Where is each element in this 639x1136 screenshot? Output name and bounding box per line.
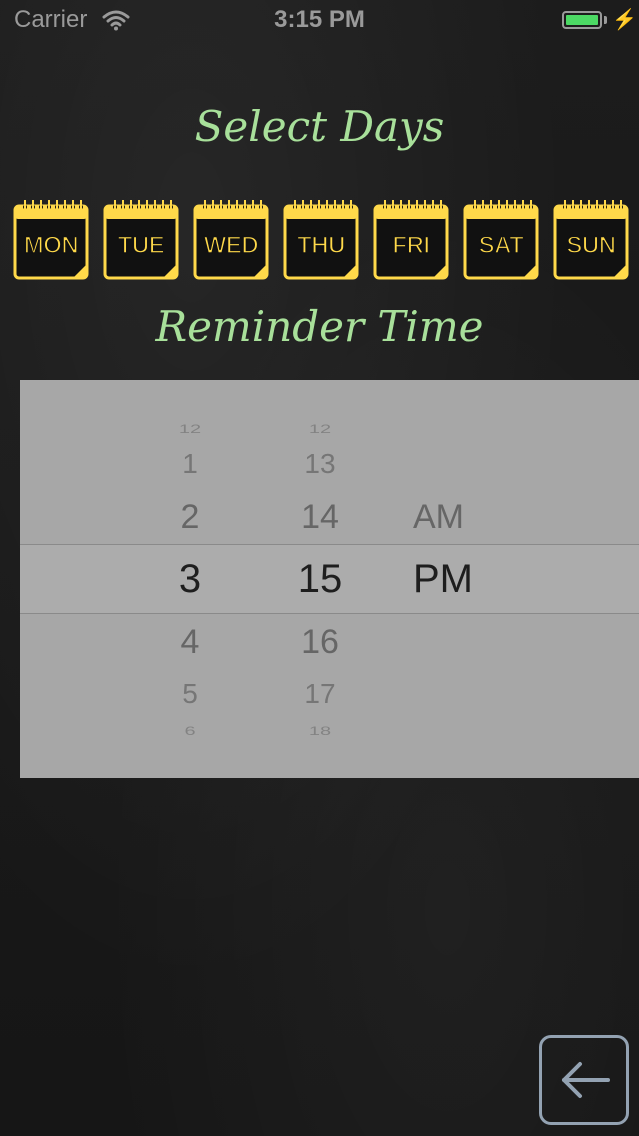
minute-option[interactable]: 14 bbox=[270, 498, 370, 537]
day-button-fri[interactable]: FRI bbox=[373, 198, 449, 280]
back-button[interactable] bbox=[539, 1035, 629, 1125]
hour-option[interactable]: 5 bbox=[140, 678, 240, 710]
day-button-tue[interactable]: TUE bbox=[103, 198, 179, 280]
minute-option-selected[interactable]: 15 bbox=[270, 557, 370, 602]
hour-option[interactable]: 4 bbox=[140, 623, 240, 662]
day-label: FRI bbox=[392, 231, 431, 260]
hour-option[interactable]: 6 bbox=[140, 725, 240, 739]
day-button-sat[interactable]: SAT bbox=[463, 198, 539, 280]
minute-option[interactable]: 18 bbox=[270, 725, 370, 739]
back-arrow-icon bbox=[562, 1062, 610, 1098]
hour-option[interactable]: 12 bbox=[140, 423, 240, 437]
hour-option-selected[interactable]: 3 bbox=[140, 557, 240, 602]
ampm-wheel[interactable]: AM PM bbox=[400, 380, 500, 778]
day-label: MON bbox=[23, 231, 80, 260]
charging-bolt-icon: ⚡ bbox=[612, 9, 637, 31]
hour-option[interactable]: 2 bbox=[140, 498, 240, 537]
battery-level bbox=[566, 15, 598, 25]
hour-wheel[interactable]: 12 1 2 3 4 5 6 bbox=[140, 380, 240, 778]
day-label: SAT bbox=[478, 231, 525, 260]
day-label: TUE bbox=[117, 231, 166, 260]
battery-icon bbox=[562, 11, 602, 29]
day-label: SUN bbox=[566, 231, 617, 260]
minute-option[interactable]: 12 bbox=[270, 423, 370, 437]
day-button-thu[interactable]: THU bbox=[283, 198, 359, 280]
day-label: WED bbox=[203, 231, 260, 260]
battery-nub bbox=[604, 16, 607, 24]
minute-wheel[interactable]: 12 13 14 15 16 17 18 bbox=[270, 380, 370, 778]
reminder-time-title: Reminder Time bbox=[155, 302, 484, 351]
status-time: 3:15 PM bbox=[274, 6, 365, 33]
minute-option[interactable]: 17 bbox=[270, 678, 370, 710]
status-bar: Carrier 3:15 PM ⚡ bbox=[0, 0, 639, 40]
time-picker[interactable]: 12 1 2 3 4 5 6 12 13 14 15 16 17 18 AM P… bbox=[20, 380, 639, 778]
minute-option[interactable]: 13 bbox=[270, 448, 370, 480]
day-button-mon[interactable]: MON bbox=[13, 198, 89, 280]
am-option[interactable]: AM bbox=[413, 498, 513, 537]
day-button-wed[interactable]: WED bbox=[193, 198, 269, 280]
select-days-title: Select Days bbox=[194, 102, 445, 151]
pm-option-selected[interactable]: PM bbox=[413, 557, 513, 602]
day-button-sun[interactable]: SUN bbox=[553, 198, 629, 280]
hour-option[interactable]: 1 bbox=[140, 448, 240, 480]
minute-option[interactable]: 16 bbox=[270, 623, 370, 662]
day-label: THU bbox=[296, 231, 346, 260]
